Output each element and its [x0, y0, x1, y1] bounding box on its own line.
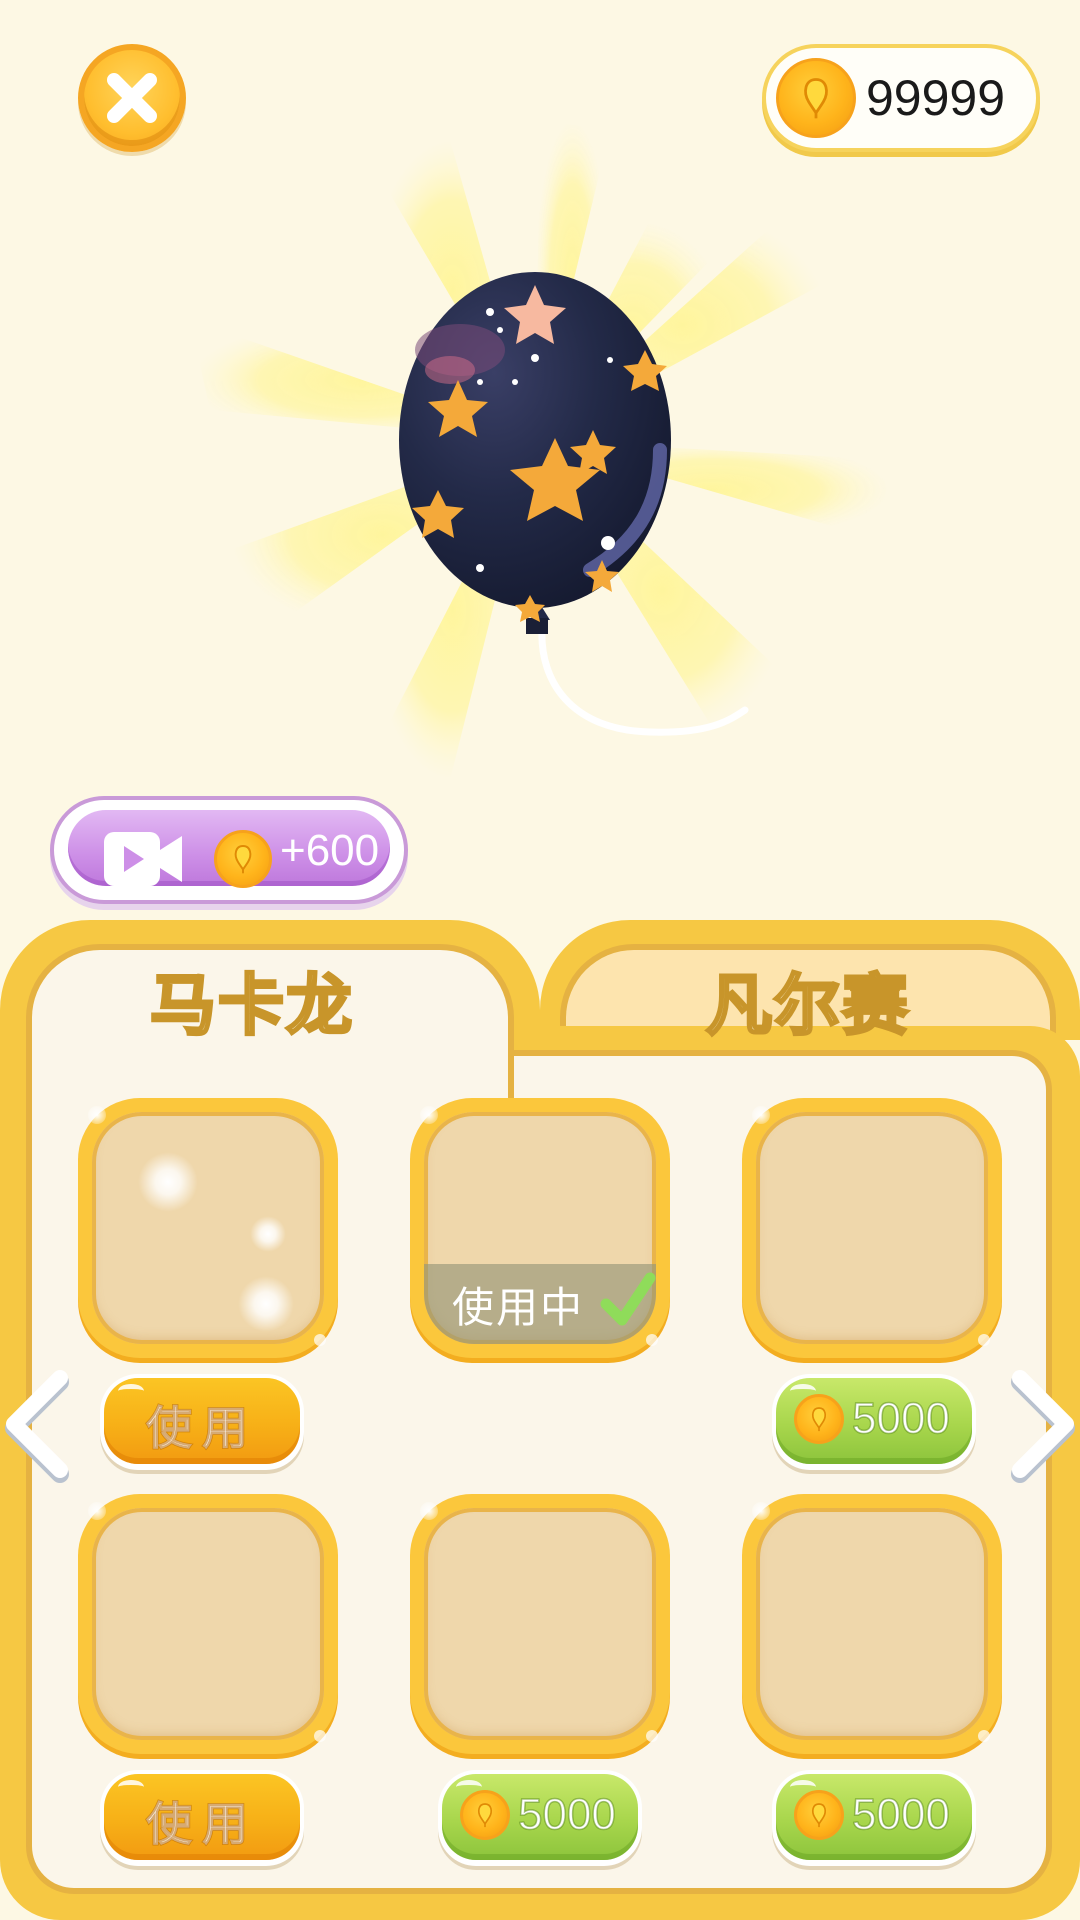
- chevron-right-icon[interactable]: [1000, 1364, 1080, 1484]
- balloon-slot-6[interactable]: [742, 1494, 1002, 1754]
- use-button-label: 使用: [145, 1400, 258, 1456]
- tab-label-macaron: 马卡龙: [149, 966, 354, 1046]
- sparkle-icon: [238, 1276, 294, 1332]
- chevron-left-icon[interactable]: [0, 1364, 80, 1484]
- balloon-preview: [190, 120, 890, 780]
- price-label: 5000: [517, 1789, 616, 1840]
- gloss: [420, 1106, 438, 1124]
- balloon-slot-2[interactable]: 使用中: [410, 1098, 670, 1358]
- balloon-slot-1[interactable]: [78, 1098, 338, 1358]
- reward-amount: +600: [280, 826, 380, 875]
- video-icon: [104, 832, 182, 886]
- in-use-overlay: 使用中: [424, 1264, 656, 1344]
- balloon-slot-5[interactable]: [410, 1494, 670, 1754]
- gloss: [752, 1106, 770, 1124]
- sparkle-icon: [250, 1216, 286, 1252]
- tab-label-vanity: 凡尔赛: [705, 966, 910, 1046]
- gloss: [88, 1106, 106, 1124]
- checkmark-icon: [600, 1272, 656, 1326]
- gloss: [978, 1730, 990, 1742]
- gloss: [314, 1334, 326, 1346]
- price-label: 5000: [851, 1393, 950, 1444]
- in-use-label: 使用中: [452, 1283, 585, 1332]
- gloss: [646, 1730, 658, 1742]
- coin-icon: [794, 1790, 844, 1840]
- gloss: [752, 1502, 770, 1520]
- slot-inner: [92, 1112, 324, 1344]
- buy-button[interactable]: 5000: [772, 1770, 976, 1866]
- gloss: [978, 1334, 990, 1346]
- price-label: 5000: [851, 1789, 950, 1840]
- sparkle-icon: [138, 1152, 198, 1212]
- balloon-slot-3[interactable]: [742, 1098, 1002, 1358]
- balloon-slot-4[interactable]: [78, 1494, 338, 1754]
- coin-icon: [794, 1394, 844, 1444]
- gloss: [314, 1730, 326, 1742]
- slot-inner: [756, 1508, 988, 1740]
- buy-button[interactable]: 5000: [438, 1770, 642, 1866]
- video-reward-fill: +600: [68, 810, 390, 888]
- buy-button[interactable]: 5000: [772, 1374, 976, 1470]
- slot-inner: [92, 1508, 324, 1740]
- slot-inner: [756, 1112, 988, 1344]
- use-button[interactable]: 使用: [100, 1374, 304, 1470]
- close-button[interactable]: [78, 44, 186, 152]
- close-icon: [107, 73, 157, 123]
- watch-video-reward-button[interactable]: +600: [50, 796, 408, 904]
- use-button[interactable]: 使用: [100, 1770, 304, 1866]
- slot-inner: [424, 1508, 656, 1740]
- gloss: [88, 1502, 106, 1520]
- use-button-label: 使用: [145, 1796, 258, 1852]
- coin-icon: [214, 830, 272, 888]
- coin-icon: [460, 1790, 510, 1840]
- gloss: [646, 1334, 658, 1346]
- gloss: [420, 1502, 438, 1520]
